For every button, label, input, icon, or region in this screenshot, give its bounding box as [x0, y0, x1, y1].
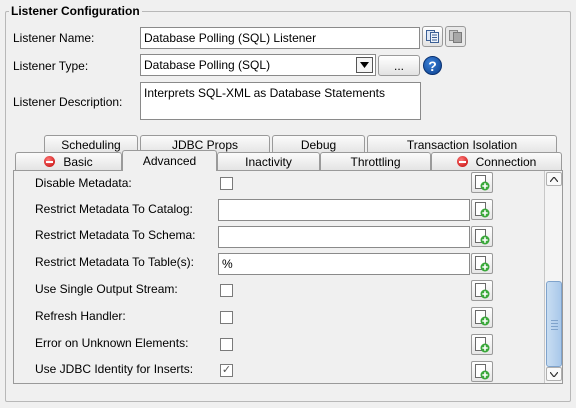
help-icon[interactable]: ? [423, 56, 442, 75]
chevron-down-icon [360, 62, 369, 68]
refresh-handler-checkbox[interactable] [220, 311, 233, 324]
restrict-schema-input[interactable] [218, 226, 470, 248]
add-property-button[interactable] [471, 307, 493, 328]
add-property-icon [475, 201, 490, 217]
restrict-catalog-input[interactable] [218, 199, 470, 221]
copy-button[interactable] [422, 26, 443, 47]
copy-icon [426, 30, 439, 43]
add-property-icon [475, 255, 490, 271]
listener-type-value: Database Polling (SQL) [144, 58, 271, 72]
tab-debug[interactable]: Debug [272, 135, 365, 153]
add-property-button[interactable] [471, 172, 493, 193]
tab-label: Throttling [350, 154, 401, 169]
disable-metadata-checkbox[interactable] [220, 177, 233, 190]
single-output-stream-label: Use Single Output Stream: [35, 282, 178, 296]
add-property-icon [475, 174, 490, 190]
add-property-button[interactable] [471, 226, 493, 247]
paste-button[interactable] [445, 26, 466, 47]
tab-transaction-isolation[interactable]: Transaction Isolation [367, 135, 557, 153]
refresh-handler-label: Refresh Handler: [35, 309, 126, 323]
grip-line [551, 323, 558, 324]
group-title: Listener Configuration [9, 4, 142, 18]
add-property-button[interactable] [471, 334, 493, 355]
tab-label: Advanced [142, 154, 197, 168]
tab-label: Debug [300, 137, 337, 152]
add-property-button[interactable] [471, 199, 493, 220]
listener-name-label: Listener Name: [13, 31, 95, 45]
listener-type-label: Listener Type: [13, 59, 89, 73]
chevron-up-icon [550, 176, 558, 182]
tab-basic[interactable]: Basic [15, 152, 122, 170]
error-unknown-elements-checkbox[interactable] [220, 338, 233, 351]
single-output-stream-checkbox[interactable] [220, 284, 233, 297]
vertical-scrollbar[interactable] [544, 171, 562, 383]
add-property-icon [475, 309, 490, 325]
jdbc-identity-inserts-checkbox[interactable]: ✓ [220, 364, 233, 377]
scroll-thumb[interactable] [546, 281, 562, 367]
grip-line [551, 320, 558, 321]
scroll-up-button[interactable] [546, 172, 562, 186]
error-icon [44, 156, 56, 167]
listener-description-textarea[interactable]: Interprets SQL-XML as Database Statement… [140, 82, 421, 120]
add-property-button[interactable] [471, 361, 493, 382]
browse-button[interactable]: ... [378, 55, 420, 76]
listener-name-input[interactable]: Database Polling (SQL) Listener [140, 27, 420, 49]
listener-description-label: Listener Description: [13, 95, 123, 109]
error-icon [456, 156, 468, 167]
restrict-tables-input[interactable]: % [218, 253, 470, 275]
chevron-down-icon [550, 371, 558, 377]
add-property-icon [475, 363, 490, 379]
disable-metadata-label: Disable Metadata: [35, 176, 132, 190]
add-property-icon [475, 282, 490, 298]
tab-inactivity[interactable]: Inactivity [217, 152, 320, 170]
error-unknown-elements-label: Error on Unknown Elements: [35, 336, 189, 350]
tab-throttling[interactable]: Throttling [320, 152, 431, 170]
dropdown-arrow-button[interactable] [356, 57, 373, 73]
grip-line [551, 329, 558, 330]
listener-type-select[interactable]: Database Polling (SQL) [140, 54, 376, 76]
tab-advanced[interactable]: Advanced [122, 150, 217, 171]
scroll-down-button[interactable] [546, 367, 562, 381]
advanced-tab-panel: Disable Metadata: Restrict Metadata To C… [13, 170, 563, 384]
add-property-button[interactable] [471, 280, 493, 301]
tab-connection[interactable]: Connection [431, 152, 562, 170]
restrict-catalog-label: Restrict Metadata To Catalog: [35, 202, 193, 216]
add-property-icon [475, 228, 490, 244]
paste-icon [449, 30, 462, 43]
tab-label: Basic [63, 154, 93, 169]
add-property-icon [475, 336, 490, 352]
add-property-button[interactable] [471, 253, 493, 274]
jdbc-identity-inserts-label: Use JDBC Identity for Inserts: [35, 362, 194, 376]
restrict-schema-label: Restrict Metadata To Schema: [35, 228, 196, 242]
tab-label: Scheduling [61, 137, 121, 152]
tab-label: Connection [475, 154, 537, 169]
tab-label: Transaction Isolation [406, 137, 518, 152]
grip-line [551, 326, 558, 327]
tab-label: Inactivity [245, 154, 292, 169]
restrict-tables-label: Restrict Metadata To Table(s): [35, 255, 194, 269]
